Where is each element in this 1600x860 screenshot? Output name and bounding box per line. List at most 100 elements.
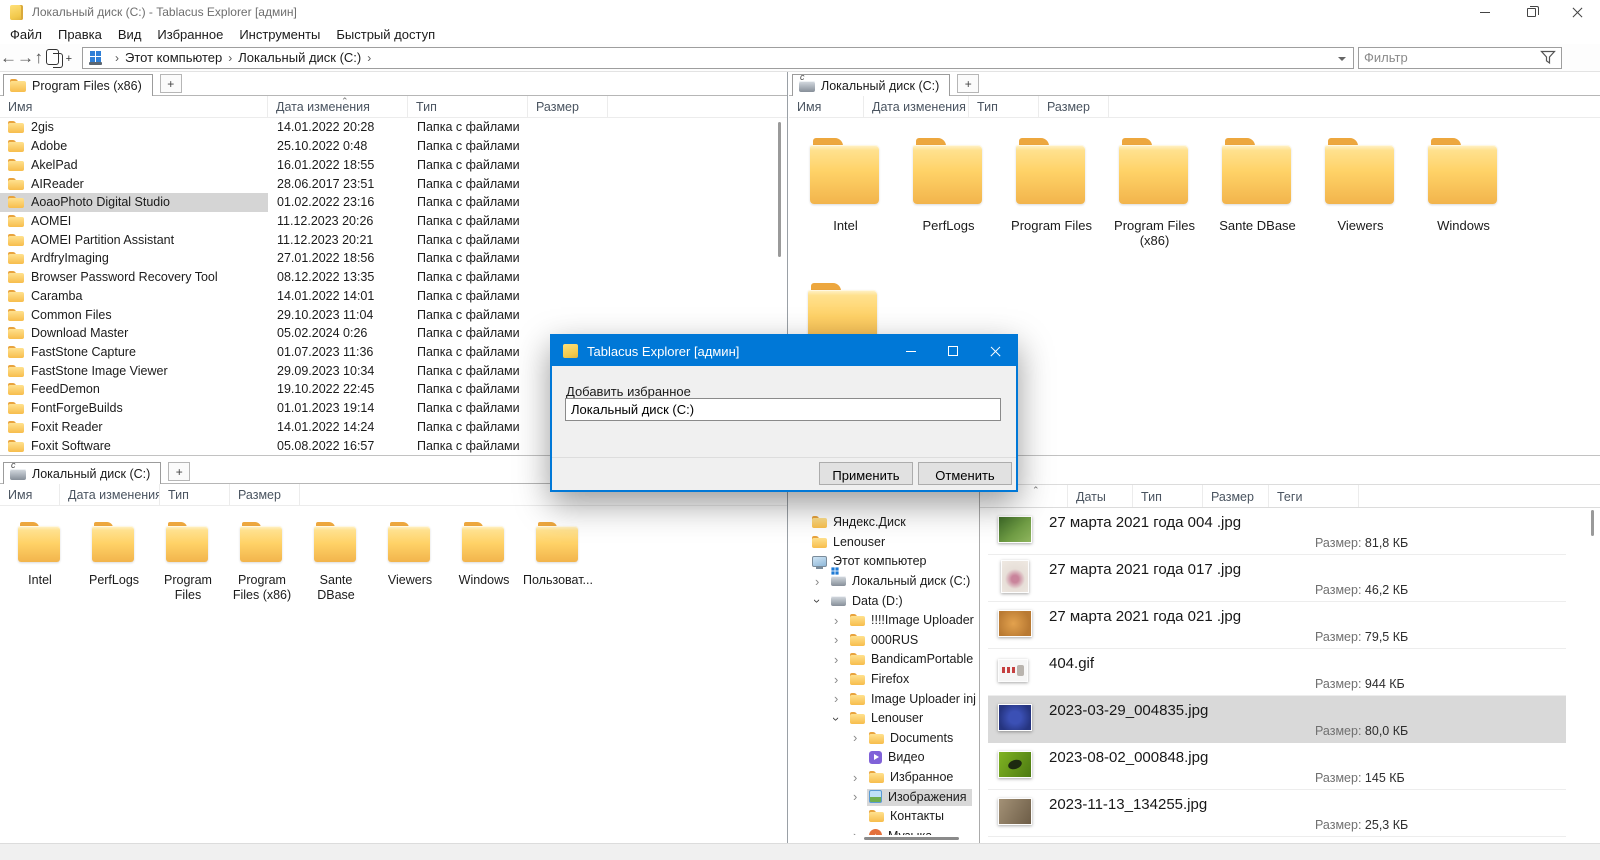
- dialog-maximize-button[interactable]: [932, 336, 974, 366]
- tab-program-files-x86[interactable]: Program Files (x86): [3, 74, 153, 96]
- tree-expander-icon[interactable]: [834, 635, 848, 645]
- folder-item[interactable]: Program Files (x86): [225, 506, 299, 603]
- table-row[interactable]: Common Files 29.10.2023 11:04 Папка с фа…: [0, 305, 773, 324]
- table-row[interactable]: Adobe 25.10.2022 0:48 Папка с файлами: [0, 137, 773, 156]
- address-dropdown-icon[interactable]: [1338, 57, 1346, 61]
- folder-item[interactable]: PerfLogs: [897, 118, 1000, 270]
- menu-item[interactable]: Вид: [110, 27, 150, 42]
- cancel-button[interactable]: Отменить: [918, 462, 1012, 485]
- folder-item[interactable]: Пользоват...: [521, 506, 595, 603]
- column-header[interactable]: Дата изменения: [864, 96, 969, 117]
- file-row[interactable]: 27 марта 2021 года 017 .jpg Размер: 46,2…: [988, 555, 1566, 602]
- column-header[interactable]: Теги: [1269, 485, 1359, 507]
- tree-expander-icon[interactable]: [834, 714, 848, 724]
- tree-item[interactable]: Image Uploader injob: [792, 689, 976, 709]
- menu-item[interactable]: Файл: [2, 27, 50, 42]
- file-row[interactable]: 27 марта 2021 года 021 .jpg Размер: 79,5…: [988, 602, 1566, 649]
- column-header[interactable]: Размер: [528, 96, 608, 117]
- new-tab-button[interactable]: +: [46, 49, 72, 65]
- column-header[interactable]: Имя: [789, 96, 864, 117]
- folder-item[interactable]: Program Files: [1000, 118, 1103, 270]
- folder-item[interactable]: Windows: [1412, 118, 1515, 270]
- table-row[interactable]: Browser Password Recovery Tool 08.12.202…: [0, 268, 773, 287]
- folder-item[interactable]: Sante DBase: [1206, 118, 1309, 270]
- folder-item[interactable]: Viewers: [373, 506, 447, 603]
- tab-local-disk-c[interactable]: Локальный диск (C:): [792, 74, 950, 96]
- column-header[interactable]: Тип: [160, 484, 230, 505]
- tree-item[interactable]: Яндекс.Диск: [792, 513, 976, 533]
- table-row[interactable]: AoaoPhoto Digital Studio 01.02.2022 23:1…: [0, 193, 773, 212]
- tree-expander-icon[interactable]: [853, 831, 867, 835]
- tree-item[interactable]: Локальный диск (C:): [792, 572, 976, 592]
- apply-button[interactable]: Применить: [819, 462, 913, 485]
- tree-item[interactable]: Lenouser: [792, 709, 976, 729]
- column-header[interactable]: Тип: [1133, 485, 1203, 507]
- up-button[interactable]: ↑: [34, 48, 44, 68]
- scrollbar-thumb[interactable]: [1591, 510, 1594, 536]
- column-header[interactable]: Дата изменения: [268, 96, 408, 117]
- folder-item[interactable]: PerfLogs: [77, 506, 151, 603]
- column-header[interactable]: Размер: [1039, 96, 1109, 117]
- column-header[interactable]: Дата изменения: [60, 484, 160, 505]
- minimize-button[interactable]: [1462, 0, 1508, 24]
- dialog-close-button[interactable]: [974, 336, 1016, 366]
- tree-item[interactable]: Data (D:): [792, 591, 976, 611]
- breadcrumb-segment[interactable]: Этот компьютер: [125, 50, 222, 65]
- tab-local-disk-c[interactable]: Локальный диск (C:): [3, 462, 161, 484]
- favorite-name-input[interactable]: [565, 398, 1001, 421]
- tree-item[interactable]: Documents: [792, 729, 976, 749]
- column-header[interactable]: Имя: [0, 484, 60, 505]
- tree-item[interactable]: Изображения: [792, 787, 976, 807]
- table-row[interactable]: AIReader 28.06.2017 23:51 Папка с файлам…: [0, 174, 773, 193]
- back-button[interactable]: ←: [0, 48, 17, 68]
- scrollbar-thumb[interactable]: [778, 122, 781, 257]
- tree-item[interactable]: Избранное: [792, 768, 976, 788]
- tree-expander-icon[interactable]: [834, 694, 848, 704]
- table-row[interactable]: ArdfryImaging 27.01.2022 18:56 Папка с ф…: [0, 249, 773, 268]
- table-row[interactable]: 2gis 14.01.2022 20:28 Папка с файлами: [0, 118, 773, 137]
- tree-expander-icon[interactable]: [853, 792, 867, 802]
- close-button[interactable]: [1554, 0, 1600, 24]
- file-row[interactable]: 27 марта 2021 года 004 .jpg Размер: 81,8…: [988, 508, 1566, 555]
- tree-expander-icon[interactable]: [853, 773, 867, 783]
- column-header[interactable]: Тип: [969, 96, 1039, 117]
- folder-item[interactable]: Intel: [3, 506, 77, 603]
- file-row[interactable]: 404.gif Размер: 944 КБ: [988, 649, 1566, 696]
- new-tab-button[interactable]: +: [168, 462, 190, 481]
- table-row[interactable]: AOMEI Partition Assistant 11.12.2023 20:…: [0, 230, 773, 249]
- tree-expander-icon[interactable]: [853, 733, 867, 743]
- folder-item[interactable]: Viewers: [1309, 118, 1412, 270]
- column-header[interactable]: Тип: [408, 96, 528, 117]
- tree-expander-icon[interactable]: [815, 577, 829, 587]
- tree-expander-icon[interactable]: [834, 655, 848, 665]
- file-row[interactable]: 2023-11-13_134255.jpg Размер: 25,3 КБ: [988, 790, 1566, 837]
- tree-item[interactable]: !!!!Image Uploader Nig: [792, 611, 976, 631]
- file-row[interactable]: 2023-08-02_000848.jpg Размер: 145 КБ: [988, 743, 1566, 790]
- tree-expander-icon[interactable]: [815, 596, 829, 606]
- folder-item[interactable]: Sante DBase: [299, 506, 373, 603]
- menu-item[interactable]: Избранное: [149, 27, 231, 42]
- tree-item[interactable]: Видео: [792, 748, 976, 768]
- table-row[interactable]: Caramba 14.01.2022 14:01 Папка с файлами: [0, 286, 773, 305]
- forward-button[interactable]: →: [17, 48, 34, 68]
- tree-item[interactable]: 000RUS: [792, 631, 976, 651]
- restore-button[interactable]: [1508, 0, 1554, 24]
- address-bar[interactable]: › Этот компьютер › Локальный диск (C:) ›: [82, 47, 1354, 69]
- column-header[interactable]: Размер: [1203, 485, 1269, 507]
- new-tab-button[interactable]: +: [160, 74, 182, 93]
- dialog-minimize-button[interactable]: [890, 336, 932, 366]
- tree-item[interactable]: Музыка: [792, 827, 976, 836]
- new-tab-button[interactable]: +: [957, 74, 979, 93]
- tree-hscrollbar-thumb[interactable]: [864, 837, 959, 840]
- tree-item[interactable]: Контакты: [792, 807, 976, 827]
- tree-item[interactable]: Firefox: [792, 670, 976, 690]
- tree-item[interactable]: Этот компьютер: [792, 552, 976, 572]
- table-row[interactable]: AOMEI 11.12.2023 20:26 Папка с файлами: [0, 212, 773, 231]
- folder-item[interactable]: Intel: [794, 118, 897, 270]
- menu-item[interactable]: Правка: [50, 27, 110, 42]
- tree-expander-icon[interactable]: [834, 616, 848, 626]
- menu-item[interactable]: Инструменты: [231, 27, 328, 42]
- table-row[interactable]: AkelPad 16.01.2022 18:55 Папка с файлами: [0, 155, 773, 174]
- folder-item[interactable]: Program Files: [151, 506, 225, 603]
- folder-item[interactable]: Program Files (x86): [1103, 118, 1206, 270]
